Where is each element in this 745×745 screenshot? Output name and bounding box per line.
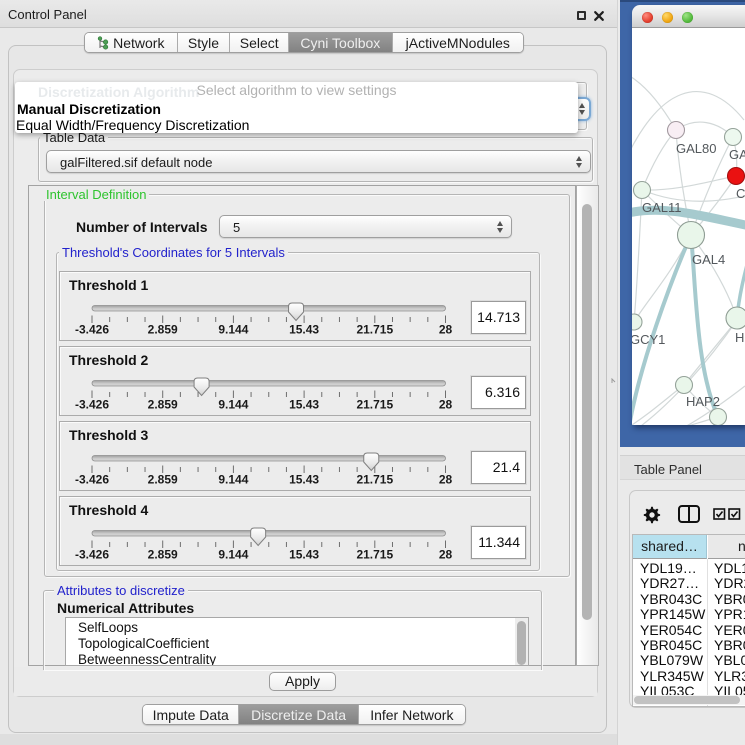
svg-text:GCY1: GCY1	[632, 332, 665, 347]
svg-text:GAL80: GAL80	[676, 141, 716, 156]
svg-text:H: H	[735, 330, 744, 345]
svg-text:GA: GA	[729, 147, 745, 162]
svg-text:HAP2: HAP2	[686, 394, 720, 409]
svg-text:GAL4: GAL4	[692, 252, 725, 267]
svg-text:GAL11: GAL11	[642, 200, 682, 215]
svg-text:C: C	[736, 186, 745, 201]
